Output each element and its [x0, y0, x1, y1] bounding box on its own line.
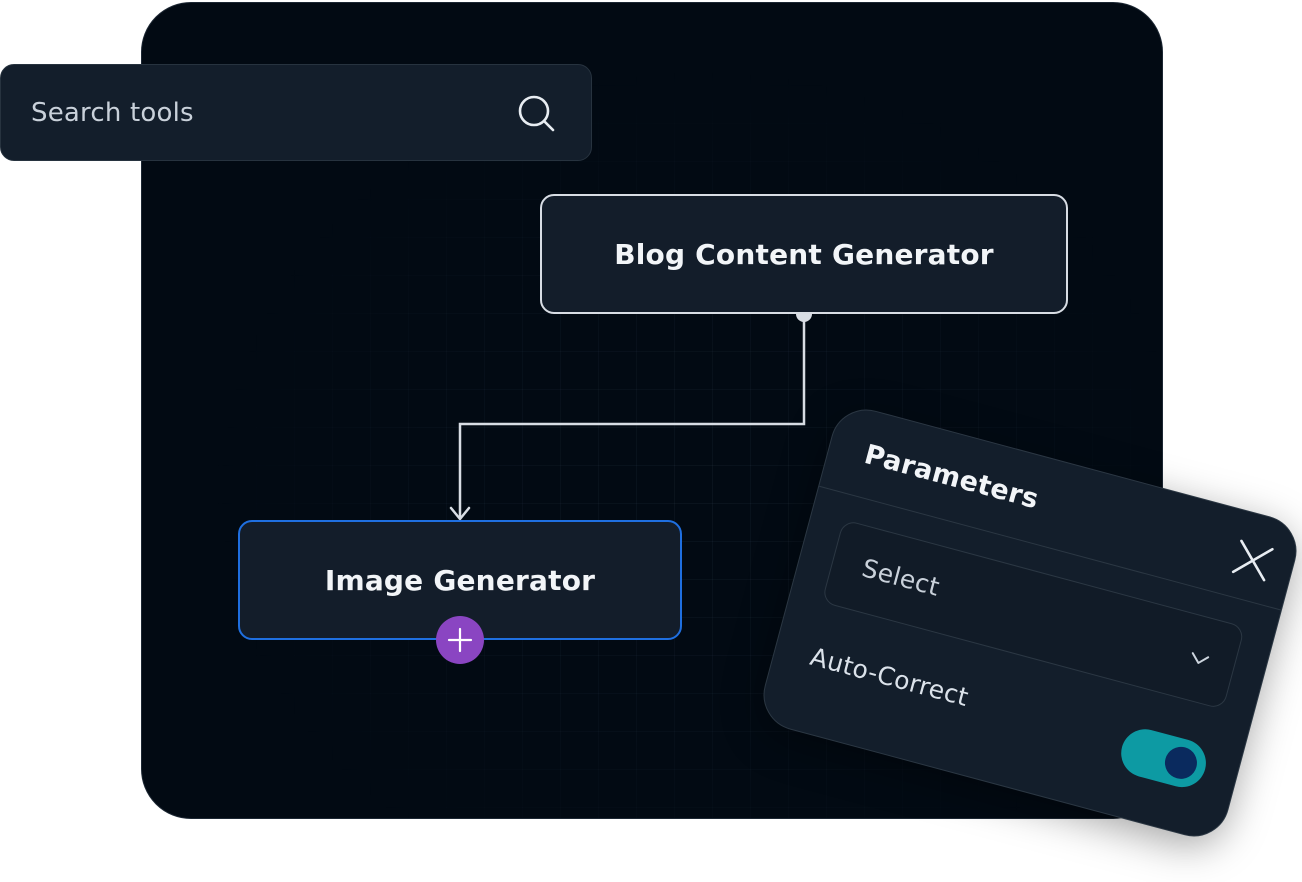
toggle-knob [1161, 743, 1201, 783]
plus-icon [447, 627, 473, 653]
workflow-stage: Blog Content Generator Image Generator P… [0, 0, 1302, 882]
node-label: Image Generator [324, 563, 596, 597]
chevron-down-icon [1191, 652, 1210, 664]
search-input[interactable] [31, 89, 471, 137]
node-label: Blog Content Generator [614, 237, 994, 271]
close-icon [1231, 539, 1274, 582]
add-node-button[interactable] [436, 616, 484, 664]
close-button[interactable] [1226, 534, 1280, 588]
auto-correct-label: Auto-Correct [807, 641, 972, 712]
search-bar [0, 64, 592, 161]
search-icon[interactable] [516, 93, 558, 135]
auto-correct-toggle[interactable] [1115, 723, 1212, 793]
select-value: Select [858, 553, 943, 602]
node-blog-content-generator[interactable]: Blog Content Generator [540, 194, 1068, 314]
